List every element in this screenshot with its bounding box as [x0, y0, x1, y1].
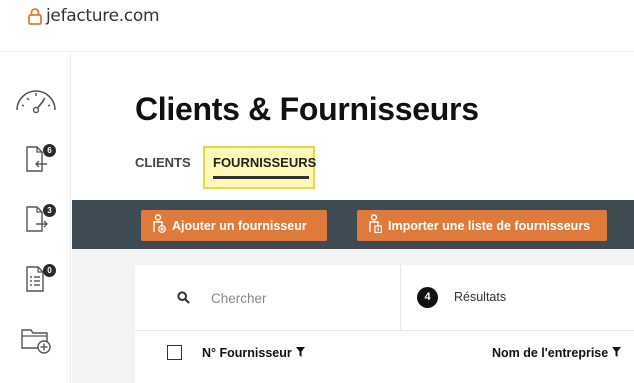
results-label: Résultats: [454, 290, 507, 304]
tab-fournisseurs[interactable]: FOURNISSEURS: [203, 146, 317, 189]
tab-fournisseurs-label: FOURNISSEURS: [213, 155, 317, 170]
sidebar-item-list[interactable]: 0: [0, 259, 71, 299]
results-count-badge: 4: [417, 287, 438, 308]
logo[interactable]: jefacture.com: [28, 6, 160, 26]
filter-icon[interactable]: [295, 346, 305, 360]
import-person-icon: [357, 214, 388, 237]
column-label-company-name: Nom de l'entreprise: [492, 346, 609, 360]
suppliers-table-card: 4 Résultats N° Fournisseur Nom de l'entr…: [135, 265, 634, 383]
add-supplier-button[interactable]: Ajouter un fournisseur: [141, 210, 327, 241]
page-title: Clients & Fournisseurs: [135, 91, 479, 127]
column-header-supplier-number[interactable]: N° Fournisseur: [202, 346, 305, 360]
search-bar: 4 Résultats: [135, 265, 634, 331]
add-supplier-label: Ajouter un fournisseur: [172, 218, 307, 233]
list-count-badge: 0: [43, 264, 56, 277]
sidebar-item-incoming[interactable]: 6: [0, 139, 71, 179]
search-divider: [400, 265, 401, 331]
tab-clients[interactable]: CLIENTS: [135, 155, 191, 170]
table-header-row: N° Fournisseur Nom de l'entreprise: [135, 332, 634, 376]
page-header: Clients & Fournisseurs CLIENTS FOURNISSE…: [72, 53, 634, 200]
import-suppliers-button[interactable]: Importer une liste de fournisseurs: [357, 210, 607, 241]
brand-name: jefacture.com: [46, 6, 160, 26]
add-person-icon: [141, 214, 172, 237]
active-tab-underline: [213, 176, 309, 179]
search-input[interactable]: [211, 287, 391, 309]
sidebar-item-dashboard[interactable]: [0, 81, 71, 121]
incoming-count-badge: 6: [43, 144, 56, 157]
select-all-checkbox[interactable]: [167, 345, 182, 360]
app-root: jefacture.com 6 3 0 Clients & Fournisseu…: [0, 0, 634, 383]
sidebar-item-outgoing[interactable]: 3: [0, 199, 71, 239]
main-content: Clients & Fournisseurs CLIENTS FOURNISSE…: [72, 53, 634, 383]
lock-icon: [28, 7, 42, 25]
search-icon: [177, 291, 190, 309]
sidebar-item-add-folder[interactable]: [0, 319, 71, 359]
action-bar: Ajouter un fournisseur Importer une list…: [72, 200, 634, 249]
top-bar: jefacture.com: [0, 0, 634, 52]
column-header-company-name[interactable]: Nom de l'entreprise: [492, 346, 622, 360]
speedometer-icon: [14, 88, 58, 114]
sidebar: 6 3 0: [0, 53, 71, 383]
folder-add-icon: [20, 324, 52, 354]
column-label-supplier-number: N° Fournisseur: [202, 346, 292, 360]
filter-icon[interactable]: [612, 346, 622, 360]
outgoing-count-badge: 3: [43, 204, 56, 217]
import-suppliers-label: Importer une liste de fournisseurs: [388, 218, 591, 233]
